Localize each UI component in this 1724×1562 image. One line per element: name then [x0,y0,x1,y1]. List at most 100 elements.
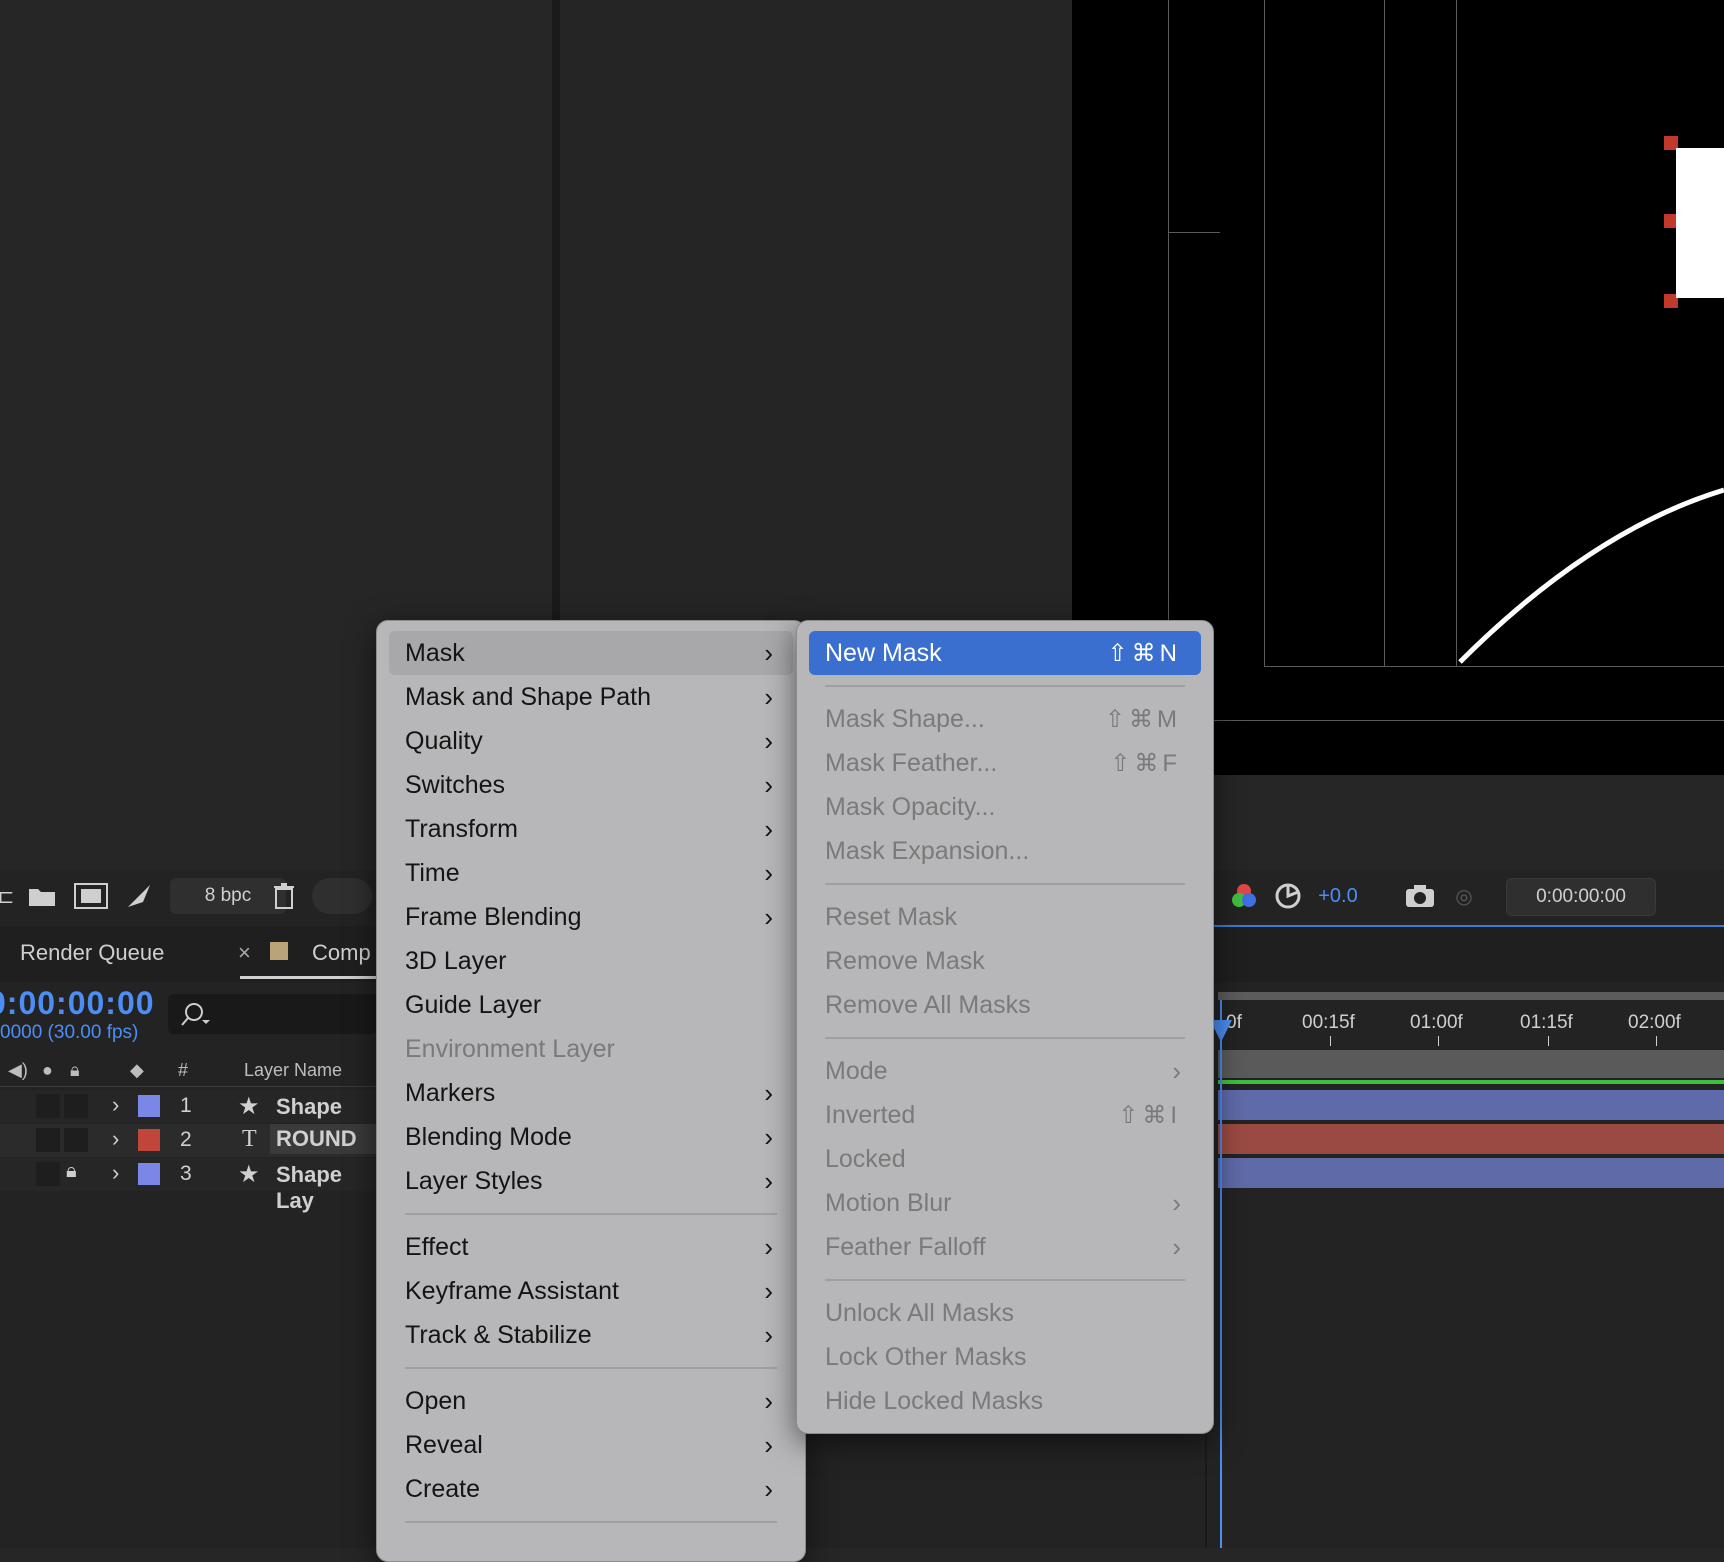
chevron-right-icon: › [764,1077,773,1108]
chevron-right-icon: › [764,725,773,756]
layer-track[interactable] [1218,1090,1724,1120]
menu-item-quality[interactable]: Quality › [389,719,793,763]
menu-item-frame-blending[interactable]: Frame Blending › [389,895,793,939]
channel-icon[interactable] [1228,878,1260,914]
chevron-right-icon: › [764,1231,773,1262]
expand-chevron-icon[interactable]: › [112,1160,119,1186]
shortcut: ⇧⌘N [1107,639,1181,667]
layer-row[interactable]: › 1 ★ Shape Lay [0,1090,380,1145]
layer-name[interactable]: Shape Lay [276,1162,380,1214]
layer-label-color[interactable] [138,1129,160,1151]
tab-close-button[interactable]: × [238,940,251,966]
tab-comp[interactable]: Comp [312,940,371,966]
work-area-bar[interactable] [1218,1050,1724,1078]
chevron-right-icon: › [764,1319,773,1350]
menu-item-label: Open [405,1386,467,1415]
menu-item-environment-layer: Environment Layer [389,1027,793,1071]
layer-row[interactable]: › 2 T ROUND [0,1124,386,1157]
menu-item-switches[interactable]: Switches › [389,763,793,807]
switch-box[interactable] [64,1094,88,1118]
menu-item-blending-mode[interactable]: Blending Mode › [389,1115,793,1159]
menu-item-label: Locked [825,1144,906,1173]
menu-item-feather-falloff: Feather Falloff › [809,1225,1201,1269]
menu-item-label: Markers [405,1078,496,1107]
menu-item-label: Transform [405,814,518,843]
show-snapshot-icon[interactable]: ◎ [1448,878,1480,914]
menu-item-mask-and-shape-path[interactable]: Mask and Shape Path › [389,675,793,719]
current-time-indicator[interactable] [1220,1000,1222,1548]
menu-item-markers[interactable]: Markers › [389,1071,793,1115]
folder-icon[interactable] [26,878,58,914]
tick-mark [1438,1036,1439,1046]
col-number: # [178,1060,189,1080]
menu-item-label: Mask Feather... [825,748,998,777]
composition-icon[interactable]: ⊏ [0,878,14,914]
exposure-value[interactable]: +0.0 [1310,878,1366,914]
exposure-icon[interactable] [1272,878,1304,914]
render-icon[interactable] [124,878,154,914]
tab-render-queue[interactable]: Render Queue [20,940,164,966]
menu-item-guide-layer[interactable]: Guide Layer [389,983,793,1027]
shape-layer-icon: ★ [238,1161,260,1188]
menu-item-motion-blur: Motion Blur › [809,1181,1201,1225]
chevron-right-icon: › [764,1473,773,1504]
menu-item-label: Reveal [405,1430,483,1459]
menu-item-label: Quality [405,726,483,755]
menu-item-label: Mask Expansion... [825,836,1030,865]
menu-item-time[interactable]: Time › [389,851,793,895]
expand-chevron-icon[interactable]: › [112,1092,119,1118]
chevron-right-icon: › [764,1121,773,1152]
menu-separator [825,685,1185,687]
chevron-right-icon: › [1172,1187,1181,1218]
menu-item-layer-styles[interactable]: Layer Styles › [389,1159,793,1203]
menu-item-label: Lock Other Masks [825,1342,1027,1371]
footage-icon[interactable] [72,878,110,914]
bpc-button[interactable]: 8 bpc [170,878,286,914]
trash-icon[interactable] [270,878,298,914]
layer-label-color[interactable] [138,1095,160,1117]
shortcut: ⇧⌘I [1118,1101,1181,1129]
menu-item-keyframe-assistant[interactable]: Keyframe Assistant › [389,1269,793,1313]
tick-label: 02:00f [1628,1012,1681,1033]
shortcut: ⇧⌘F [1110,749,1181,777]
menu-item-remove-mask: Remove Mask [809,939,1201,983]
layer-name[interactable]: ROUND [270,1124,386,1154]
layer-search-input[interactable] [168,994,378,1034]
viewer-timecode[interactable]: 0:00:00:00 [1506,878,1656,916]
text-layer-icon: T [242,1126,257,1152]
switch-box[interactable] [36,1094,60,1118]
layer-track[interactable] [1218,1124,1724,1154]
menu-item-inverted: Inverted ⇧⌘I [809,1093,1201,1137]
col-layer-name[interactable]: Layer Name [244,1060,342,1081]
zoom-slider[interactable] [312,878,372,914]
menu-item-3d-layer[interactable]: 3D Layer [389,939,793,983]
switch-box[interactable] [36,1128,60,1152]
lock-icon[interactable]: 🔒︎ [66,1160,77,1183]
camera-icon[interactable] [1404,878,1436,914]
menu-item-mask[interactable]: Mask › [389,631,793,675]
menu-item-open[interactable]: Open › [389,1379,793,1423]
menu-item-track-stabilize[interactable]: Track & Stabilize › [389,1313,793,1357]
menu-item-label: Mask and Shape Path [405,682,651,711]
expand-chevron-icon[interactable]: › [112,1126,119,1152]
tick-label: 00:15f [1302,1012,1355,1033]
switch-box[interactable] [36,1162,60,1186]
menu-item-label: Track & Stabilize [405,1320,592,1349]
layer-row[interactable]: 🔒︎ › 3 ★ Shape Lay [0,1158,380,1213]
menu-item-label: Inverted [825,1100,916,1129]
menu-item-mask-shape: Mask Shape... ⇧⌘M [809,697,1201,741]
current-time-display[interactable]: 0:00:00:00 [0,985,155,1022]
layer-label-color[interactable] [138,1163,160,1185]
menu-item-label: Blending Mode [405,1122,572,1151]
chevron-right-icon: › [764,1165,773,1196]
menu-item-effect[interactable]: Effect › [389,1225,793,1269]
menu-item-label: Unlock All Masks [825,1298,1014,1327]
menu-item-transform[interactable]: Transform › [389,807,793,851]
layer-track[interactable] [1218,1158,1724,1188]
switch-box[interactable] [64,1128,88,1152]
menu-item-reveal[interactable]: Reveal › [389,1423,793,1467]
menu-item-new-mask[interactable]: New Mask ⇧⌘N [809,631,1201,675]
chevron-right-icon: › [764,1275,773,1306]
tick-label: 01:00f [1410,1012,1463,1033]
menu-item-create[interactable]: Create › [389,1467,793,1511]
